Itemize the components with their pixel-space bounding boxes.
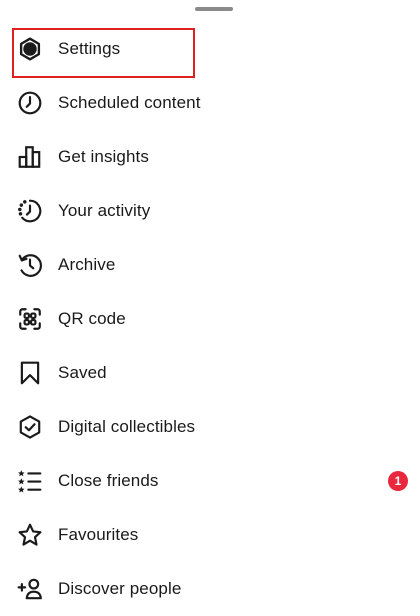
menu-item-close-friends[interactable]: Close friends 1	[0, 454, 420, 508]
menu-item-label: QR code	[58, 309, 126, 328]
menu-item-get-insights[interactable]: Get insights	[0, 130, 420, 184]
menu-item-label: Discover people	[58, 579, 182, 598]
menu-item-label: Archive	[58, 255, 116, 274]
menu-item-digital-collectibles[interactable]: Digital collectibles	[0, 400, 420, 454]
sheet-drag-handle[interactable]	[195, 7, 233, 11]
clock-icon	[16, 89, 44, 117]
star-icon	[16, 521, 44, 549]
menu-item-archive[interactable]: Archive	[0, 238, 420, 292]
menu-item-favourites[interactable]: Favourites	[0, 508, 420, 562]
menu-item-discover-people[interactable]: Discover people	[0, 562, 420, 616]
shield-check-icon	[16, 413, 44, 441]
settings-gear-icon	[16, 35, 44, 63]
close-friends-list-icon	[16, 467, 44, 495]
menu-item-label: Your activity	[58, 201, 151, 220]
menu-item-label: Settings	[58, 39, 121, 58]
add-person-icon	[16, 575, 44, 603]
menu-item-settings[interactable]: Settings	[0, 22, 420, 76]
more-options-menu: Settings Scheduled content Get insights	[0, 22, 420, 616]
menu-item-label: Saved	[58, 363, 107, 382]
menu-item-saved[interactable]: Saved	[0, 346, 420, 400]
menu-item-label: Close friends	[58, 471, 159, 490]
menu-item-label: Get insights	[58, 147, 149, 166]
bar-chart-icon	[16, 143, 44, 171]
menu-item-qr-code[interactable]: QR code	[0, 292, 420, 346]
activity-clock-icon	[16, 197, 44, 225]
menu-item-your-activity[interactable]: Your activity	[0, 184, 420, 238]
bookmark-icon	[16, 359, 44, 387]
menu-item-label: Favourites	[58, 525, 139, 544]
menu-item-label: Scheduled content	[58, 93, 201, 112]
qr-code-icon	[16, 305, 44, 333]
notification-badge: 1	[388, 471, 408, 491]
archive-history-icon	[16, 251, 44, 279]
menu-item-label: Digital collectibles	[58, 417, 196, 436]
menu-item-scheduled-content[interactable]: Scheduled content	[0, 76, 420, 130]
